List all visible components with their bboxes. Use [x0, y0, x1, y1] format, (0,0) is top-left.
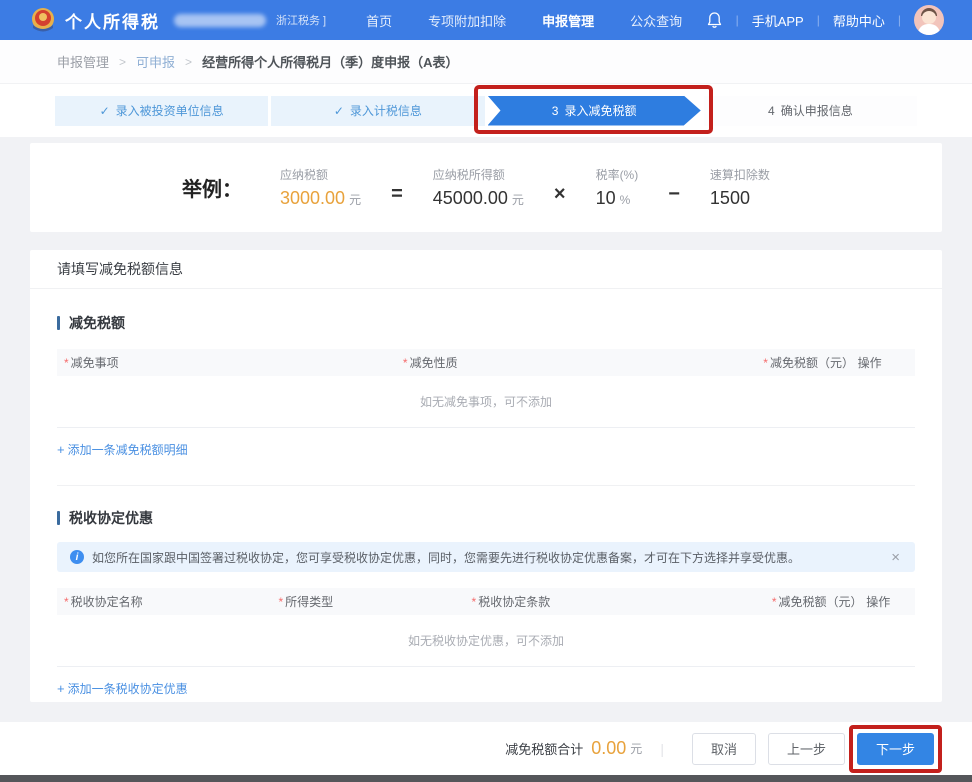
- treaty-info-banner: i 如您所在国家跟中国签署过税收协定，您可享受税收协定优惠，同时，您需要先进行税…: [57, 542, 915, 572]
- step-2-tax-calculation-info[interactable]: ✓ 录入计税信息: [271, 96, 484, 126]
- footer-action-bar: 减免税额合计 0.00 元 | 取消 上一步 下一步: [0, 722, 972, 775]
- col-reduction-item: *减免事项: [57, 354, 396, 371]
- term-quick-deduction: 速算扣除数 1500: [710, 166, 770, 209]
- treaty-empty-state: 如无税收协定优惠，可不添加: [57, 615, 915, 667]
- bottom-border-strip: [0, 775, 972, 782]
- help-center-link[interactable]: 帮助中心: [833, 11, 885, 30]
- step-1-invested-entity-info[interactable]: ✓ 录入被投资单位信息: [55, 96, 268, 126]
- org-suffix: 浙江税务 ]: [276, 12, 326, 28]
- header-divider: |: [898, 13, 901, 27]
- next-step-wrapper: 下一步: [857, 733, 934, 765]
- formula-example-card: 举例： 应纳税额 3000.00 元 = 应纳税所得额 45000.00 元 ×…: [30, 143, 942, 232]
- reduction-empty-state: 如无减免事项，可不添加: [57, 376, 915, 428]
- info-icon: i: [70, 550, 84, 564]
- step-3-tax-reduction-entry[interactable]: 3 录入减免税额: [488, 96, 701, 126]
- top-nav: 首页 专项附加扣除 申报管理 公众查询: [366, 11, 682, 30]
- breadcrumb-separator: >: [185, 55, 192, 69]
- section-title-tax-treaty: 税收协定优惠: [57, 508, 915, 528]
- cancel-button[interactable]: 取消: [692, 733, 756, 765]
- step-wizard-band: ✓ 录入被投资单位信息 ✓ 录入计税信息 3 录入减免税额 4 确认申报信息: [0, 84, 972, 137]
- breadcrumb-declaration-management[interactable]: 申报管理: [57, 52, 109, 71]
- app-title: 个人所得税: [65, 8, 160, 33]
- previous-step-button[interactable]: 上一步: [768, 733, 845, 765]
- top-header: 个人所得税 浙江税务 ] 首页 专项附加扣除 申报管理 公众查询 | 手机APP…: [0, 0, 972, 40]
- check-icon: ✓: [334, 104, 344, 118]
- nav-declaration-management[interactable]: 申报管理: [542, 11, 594, 30]
- col-reduction-amount: *减免税额（元）: [756, 354, 850, 371]
- card-title: 请填写减免税额信息: [30, 250, 942, 289]
- treaty-notice-text: 如您所在国家跟中国签署过税收协定，您可享受税收协定优惠，同时，您需要先进行税收协…: [92, 549, 800, 566]
- notification-bell-icon[interactable]: [706, 11, 723, 29]
- user-avatar[interactable]: [914, 5, 944, 35]
- col-income-type: *所得类型: [272, 593, 465, 610]
- step-number: 4: [768, 104, 775, 118]
- nav-public-inquiry[interactable]: 公众查询: [630, 11, 682, 30]
- mobile-app-link[interactable]: 手机APP: [752, 11, 804, 30]
- header-divider: |: [817, 13, 820, 27]
- plus-icon: +: [57, 681, 65, 696]
- footer-divider: |: [660, 741, 664, 757]
- header-right: | 手机APP | 帮助中心 |: [706, 5, 944, 35]
- step-label: 录入计税信息: [350, 102, 422, 119]
- equals-operator: =: [391, 183, 403, 206]
- section-marker-bar: [57, 316, 60, 330]
- step-number: 3: [552, 104, 559, 118]
- reduction-table-header: *减免事项 *减免性质 *减免税额（元） 操作: [57, 349, 915, 376]
- total-reduction-value: 0.00: [591, 738, 626, 759]
- step-label: 录入被投资单位信息: [116, 102, 224, 119]
- nav-home[interactable]: 首页: [366, 11, 392, 30]
- breadcrumb-current-page: 经营所得个人所得税月（季）度申报（A表）: [202, 52, 458, 71]
- section-marker-bar: [57, 511, 60, 525]
- breadcrumb: 申报管理 > 可申报 > 经营所得个人所得税月（季）度申报（A表）: [0, 40, 972, 84]
- add-reduction-detail-button[interactable]: + 添加一条减免税额明细: [57, 441, 188, 458]
- tax-payable-value: 3000.00: [280, 188, 345, 209]
- multiply-operator: ×: [554, 183, 566, 206]
- example-label: 举例：: [182, 173, 242, 202]
- next-step-button[interactable]: 下一步: [857, 733, 934, 765]
- step-label: 录入减免税额: [564, 102, 636, 119]
- section-title-tax-reduction: 减免税额: [57, 313, 915, 333]
- term-tax-payable: 应纳税额 3000.00 元: [280, 166, 361, 209]
- step-label: 确认申报信息: [781, 102, 853, 119]
- term-taxable-income: 应纳税所得额 45000.00 元: [433, 166, 524, 209]
- tax-bureau-logo-icon: [30, 7, 56, 33]
- redacted-username: [174, 14, 266, 27]
- term-tax-rate: 税率(%) 10 %: [596, 166, 639, 209]
- breadcrumb-separator: >: [119, 55, 126, 69]
- col-operation: 操作: [859, 593, 915, 610]
- add-treaty-benefit-button[interactable]: + 添加一条税收协定优惠: [57, 680, 188, 697]
- col-reduction-nature: *减免性质: [396, 354, 756, 371]
- minus-operator: −: [668, 183, 680, 206]
- brand: 个人所得税 浙江税务 ]: [30, 7, 326, 33]
- banner-close-icon[interactable]: ×: [889, 549, 902, 566]
- col-treaty-reduction-amount: *减免税额（元）: [765, 593, 859, 610]
- col-operation: 操作: [851, 354, 915, 371]
- reduction-info-card: 请填写减免税额信息 减免税额 *减免事项 *减免性质 *减免税额（元） 操作 如…: [30, 250, 942, 702]
- col-treaty-clause: *税收协定条款: [465, 593, 765, 610]
- check-icon: ✓: [100, 104, 110, 118]
- header-divider: |: [736, 13, 739, 27]
- quick-deduction-value: 1500: [710, 188, 750, 209]
- taxable-income-value: 45000.00: [433, 188, 508, 209]
- step-4-confirm-declaration: 4 确认申报信息: [704, 96, 917, 126]
- treaty-table-header: *税收协定名称 *所得类型 *税收协定条款 *减免税额（元） 操作: [57, 588, 915, 615]
- nav-special-deduction[interactable]: 专项附加扣除: [428, 11, 506, 30]
- col-treaty-name: *税收协定名称: [57, 593, 272, 610]
- section-divider: [57, 485, 915, 486]
- total-reduction-unit: 元: [630, 740, 642, 757]
- breadcrumb-declarable[interactable]: 可申报: [136, 52, 175, 71]
- plus-icon: +: [57, 442, 65, 457]
- step-wizard: ✓ 录入被投资单位信息 ✓ 录入计税信息 3 录入减免税额 4 确认申报信息: [55, 96, 917, 126]
- step-3-wrapper: 3 录入减免税额: [488, 96, 701, 126]
- tax-rate-value: 10: [596, 188, 616, 209]
- total-reduction-label: 减免税额合计: [505, 739, 583, 758]
